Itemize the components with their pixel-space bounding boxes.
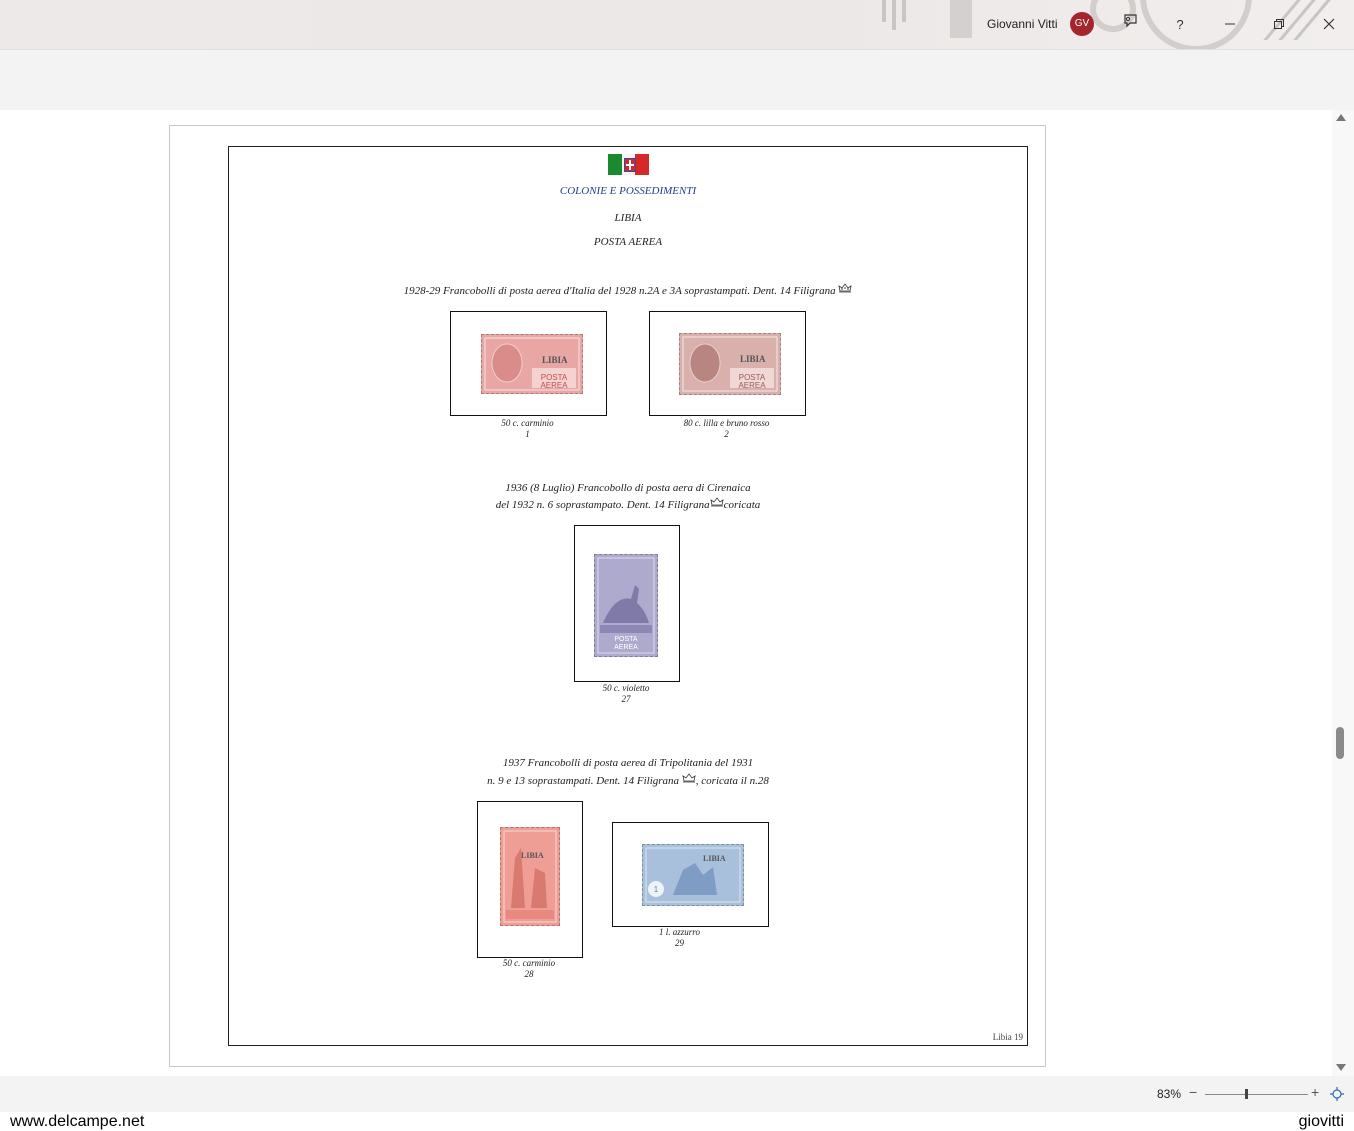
status-bar	[0, 1076, 1354, 1112]
italian-flag-icon	[608, 154, 650, 175]
section3-title-line1: 1937 Francobolli di posta aerea di Tripo…	[502, 757, 754, 769]
stamp-mount: LIBIA POSTA AEREA	[649, 311, 806, 416]
svg-text:AEREA: AEREA	[540, 381, 568, 390]
stamp-caption: 50 c. violetto 27	[574, 683, 678, 705]
help-icon[interactable]: ?	[1168, 13, 1192, 37]
vertical-scrollbar[interactable]	[1332, 110, 1354, 1076]
watermark-user: giovitti	[1298, 1113, 1344, 1130]
section2-title-line1: 1936 (8 Luglio) Francobollo di posta aer…	[505, 482, 751, 494]
overprint-text: LIBIA	[703, 854, 726, 863]
stamp-mount: LIBIA POSTA AEREA	[450, 311, 607, 416]
crown-icon	[682, 773, 696, 783]
svg-text:AEREA: AEREA	[614, 644, 638, 651]
scroll-thumb[interactable]	[1336, 727, 1344, 759]
zoom-slider[interactable]	[1205, 1094, 1308, 1095]
section3-title-text: n. 9 e 13 soprastampati. Dent. 14 Filigr…	[487, 775, 680, 787]
section1-title-text: 1928-29 Francobolli di posta aerea d'Ita…	[403, 285, 836, 297]
overprint-text: LIBIA	[542, 355, 568, 365]
zoom-level[interactable]: 83%	[1157, 1087, 1181, 1101]
crown-icon	[838, 283, 852, 293]
caption-number: 27	[621, 694, 631, 704]
minimize-icon[interactable]	[1218, 13, 1242, 37]
title-bar: Giovanni Vitti GV ?	[0, 0, 1354, 50]
stamp-mount: POSTA AEREA	[574, 525, 680, 682]
caption-name: 50 c. carminio	[501, 418, 554, 428]
stamp-image[interactable]: LIBIA POSTA AEREA	[481, 334, 583, 394]
zoom-slider-thumb[interactable]	[1245, 1089, 1248, 1099]
section2-title-text: del 1932 n. 6 soprastampato. Dent. 14 Fi…	[495, 499, 710, 511]
svg-text:POSTA: POSTA	[614, 636, 638, 643]
svg-text:1: 1	[654, 885, 659, 894]
section3-title-line2: n. 9 e 13 soprastampati. Dent. 14 Filigr…	[229, 773, 1027, 787]
scroll-up-icon[interactable]	[1336, 114, 1346, 121]
page-number: Libia 19	[992, 1032, 1023, 1042]
feedback-icon[interactable]	[1119, 13, 1143, 37]
stamp-mount: LIBIA	[477, 801, 583, 958]
caption-name: 50 c. violetto	[602, 683, 650, 693]
crown-icon	[710, 497, 724, 507]
page-frame: COLONIE E POSSEDIMENTI LIBIA POSTA AEREA…	[228, 146, 1028, 1046]
caption-name: 80 c. lilla e bruno rosso	[683, 418, 770, 428]
stamp-image[interactable]: LIBIA	[500, 827, 560, 926]
caption-number: 1	[525, 429, 530, 439]
heading-libia: LIBIA	[614, 212, 642, 224]
stamp-image[interactable]: 1 LIBIA	[642, 844, 744, 906]
zoom-out-button[interactable]: −	[1189, 1084, 1197, 1100]
stamp-caption: 50 c. carminio 1	[450, 418, 605, 440]
overprint-text: LIBIA	[521, 851, 544, 860]
stamp-mount: 1 LIBIA	[612, 822, 769, 927]
scroll-down-icon[interactable]	[1336, 1064, 1346, 1071]
watermark-site: www.delcampe.net	[10, 1113, 145, 1130]
zoom-in-button[interactable]: +	[1311, 1084, 1319, 1100]
section3-title-suffix: , coricata il n.28	[695, 775, 769, 787]
section2-title-line2: del 1932 n. 6 soprastampato. Dent. 14 Fi…	[229, 497, 1027, 511]
stamp-caption: 1 l. azzurro 29	[612, 927, 747, 949]
caption-number: 2	[724, 429, 729, 439]
stamp-caption: 50 c. carminio 28	[477, 958, 581, 980]
watermark-bar	[0, 1112, 1354, 1131]
caption-name: 50 c. carminio	[502, 958, 556, 968]
stamp-caption: 80 c. lilla e bruno rosso 2	[649, 418, 804, 440]
fit-to-window-icon[interactable]	[1330, 1087, 1344, 1101]
restore-icon[interactable]	[1267, 13, 1291, 37]
overprint-text: LIBIA	[740, 354, 766, 364]
stamp-image[interactable]: LIBIA POSTA AEREA	[679, 333, 781, 395]
section2-title-suffix: coricata	[723, 499, 761, 511]
close-icon[interactable]	[1317, 13, 1341, 37]
svg-text:AEREA: AEREA	[738, 381, 766, 390]
heading-posta-aerea: POSTA AEREA	[593, 236, 663, 248]
caption-number: 28	[524, 969, 534, 979]
caption-name: 1 l. azzurro	[659, 927, 700, 937]
section1-title: 1928-29 Francobolli di posta aerea d'Ita…	[229, 283, 1027, 297]
ribbon-area	[0, 50, 1354, 110]
document-page: COLONIE E POSSEDIMENTI LIBIA POSTA AEREA…	[169, 125, 1046, 1067]
caption-number: 29	[675, 938, 684, 948]
stamp-image[interactable]: POSTA AEREA	[594, 554, 658, 657]
user-name[interactable]: Giovanni Vitti	[987, 17, 1057, 31]
heading-colonie: COLONIE E POSSEDIMENTI	[559, 185, 697, 197]
avatar[interactable]: GV	[1070, 12, 1094, 36]
